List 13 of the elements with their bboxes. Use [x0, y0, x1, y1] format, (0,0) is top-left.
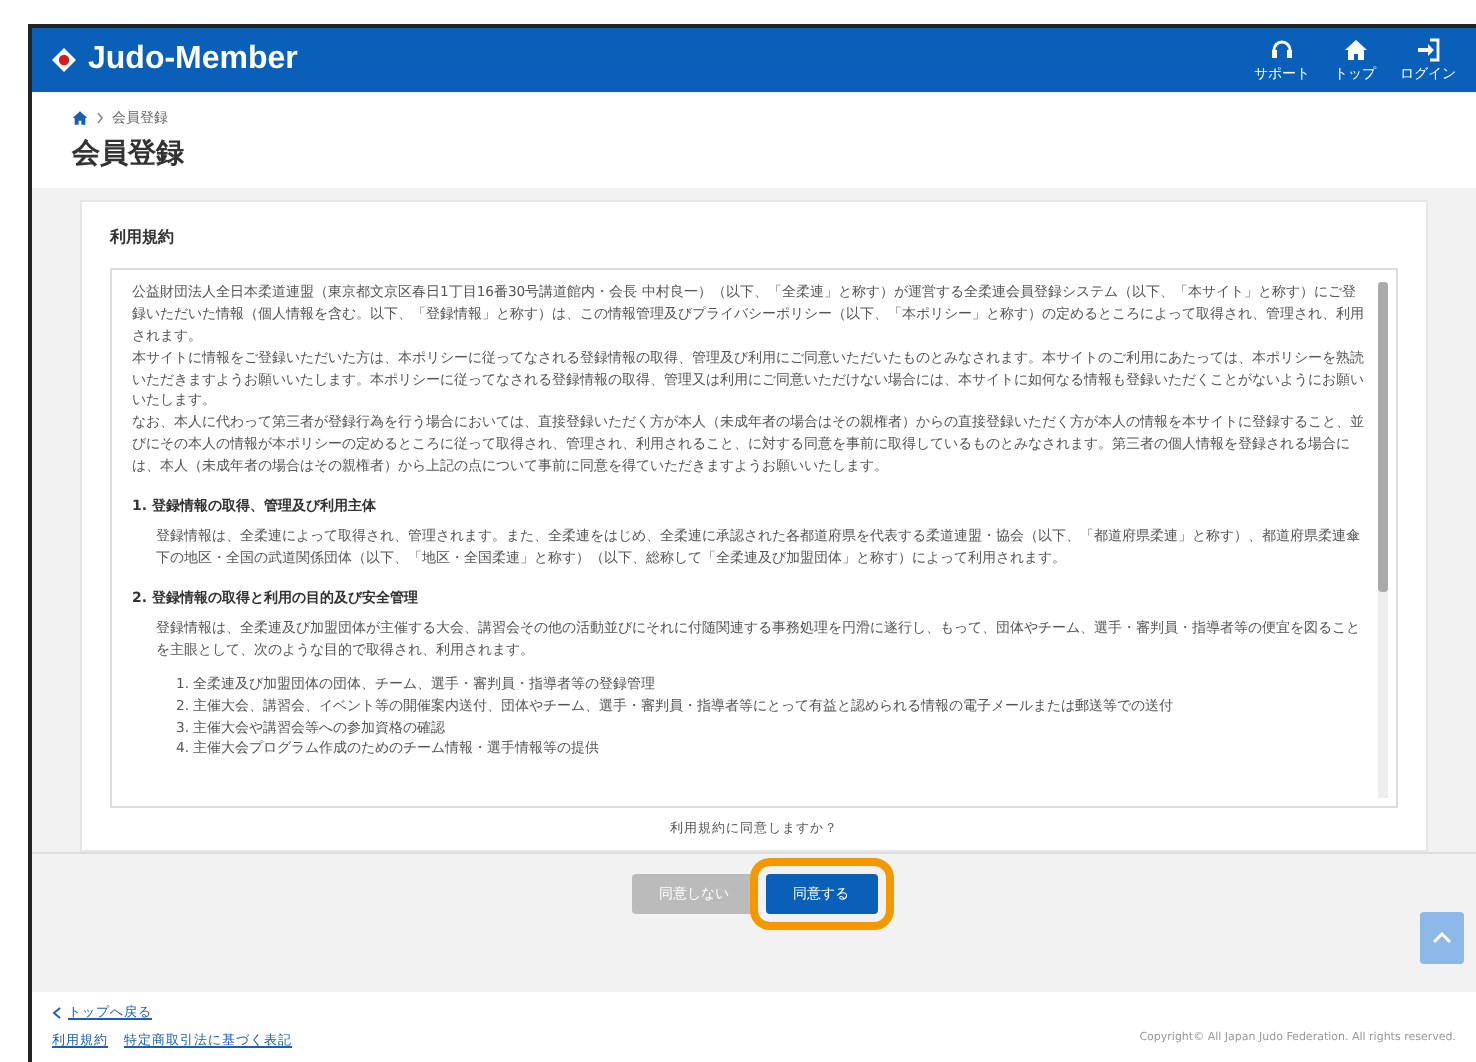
chevron-left-icon: [52, 1006, 62, 1020]
home-icon: [1343, 37, 1367, 61]
diamond-logo-icon: [52, 48, 76, 72]
headset-icon: [1270, 37, 1294, 61]
home-icon[interactable]: [72, 110, 88, 126]
section-title: 利用規約: [110, 226, 176, 248]
scroll-to-top-button[interactable]: [1420, 912, 1464, 964]
chevron-right-icon: [96, 112, 104, 124]
chevron-up-icon: [1432, 932, 1452, 944]
brand-name: Judo-Member: [88, 42, 298, 78]
sign-in-icon: [1416, 37, 1440, 61]
page-title: 会員登録: [72, 136, 186, 172]
scrollbar[interactable]: [1378, 282, 1388, 798]
